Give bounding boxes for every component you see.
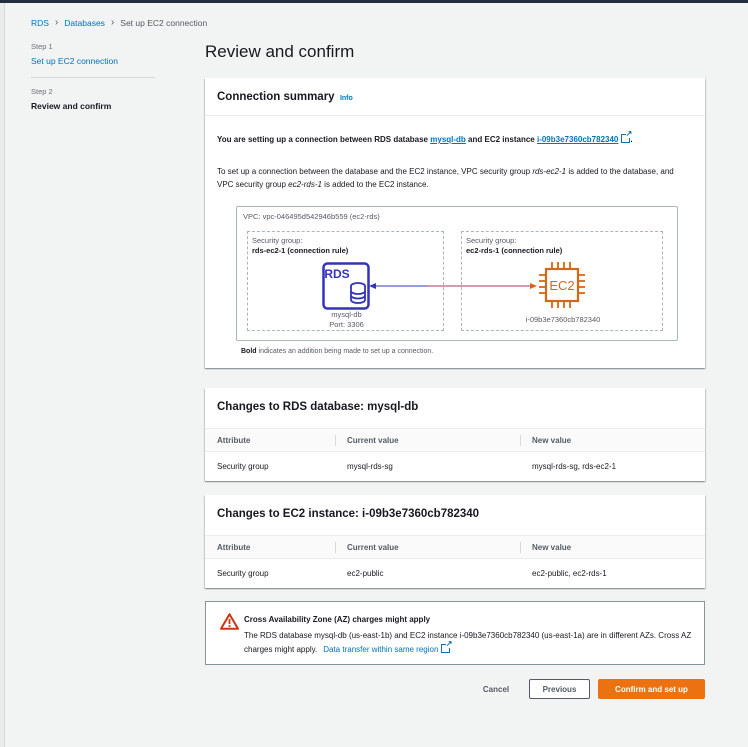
- info-link[interactable]: Info: [340, 95, 353, 102]
- side-nav-collapsed[interactable]: [0, 3, 5, 747]
- rds-changes-table: Attribute Current value New value Securi…: [205, 428, 705, 480]
- connection-summary-card: Connection summary Info You are setting …: [205, 78, 705, 368]
- connection-summary-title: Connection summary: [217, 91, 335, 103]
- column-divider: [520, 435, 521, 446]
- statement-middle: and EC2 instance: [468, 135, 535, 144]
- desc-part-3: is added to the EC2 instance.: [321, 180, 429, 189]
- column-divider: [520, 542, 521, 553]
- db-link[interactable]: mysql-db: [430, 135, 466, 144]
- table-cell: mysql-rds-sg: [347, 462, 393, 471]
- table-header: Attribute Current value New value: [205, 428, 705, 452]
- table-header: Attribute Current value New value: [205, 535, 705, 559]
- step-divider: [31, 77, 155, 78]
- external-link-icon[interactable]: [441, 640, 453, 653]
- step-1-label: Step 1: [31, 42, 53, 51]
- chevron-right-icon: ›: [110, 17, 115, 28]
- table-cell: Security group: [217, 569, 269, 578]
- instance-link[interactable]: i-09b3e7360cb782340: [537, 135, 618, 144]
- ec2-changes-title: Changes to EC2 instance: i-09b3e7360cb78…: [217, 508, 480, 520]
- column-divider: [335, 542, 336, 553]
- external-link-icon[interactable]: [621, 130, 633, 143]
- warning-icon: [220, 613, 239, 630]
- cancel-button[interactable]: Cancel: [470, 679, 522, 699]
- page-title: Review and confirm: [205, 42, 355, 61]
- warning-title: Cross Availability Zone (AZ) charges mig…: [244, 615, 431, 624]
- top-bar: [0, 0, 748, 3]
- table-cell: ec2-public: [347, 569, 384, 578]
- card-header: Changes to RDS database: mysql-db: [205, 388, 705, 413]
- table-cell: mysql-rds-sg, rds-ec2-1: [532, 462, 617, 471]
- column-header: New value: [532, 543, 572, 552]
- table-row: Security group ec2-public ec2-public, ec…: [205, 559, 705, 587]
- ec2-changes-card: Changes to EC2 instance: i-09b3e7360cb78…: [205, 495, 705, 588]
- connection-description: To set up a connection between the datab…: [217, 165, 687, 191]
- warning-text: The RDS database mysql-db (us-east-1b) a…: [244, 631, 692, 654]
- column-header: Attribute: [217, 436, 251, 445]
- statement-prefix: You are setting up a connection between …: [217, 135, 429, 144]
- table-cell: ec2-public, ec2-rds-1: [532, 569, 607, 578]
- connection-arrow: [369, 283, 537, 289]
- connection-statement: You are setting up a connection between …: [217, 130, 633, 144]
- connection-diagram: VPC: vpc-046495d542946b559 (ec2-rds) Sec…: [236, 206, 678, 341]
- step-2-label: Step 2: [31, 87, 53, 96]
- divider: [205, 115, 705, 116]
- desc-sg2: ec2-rds-1: [288, 180, 322, 189]
- column-header: New value: [532, 436, 572, 445]
- confirm-setup-button[interactable]: Confirm and set up: [598, 679, 705, 699]
- table-cell: Security group: [217, 462, 269, 471]
- desc-part-1: To set up a connection between the datab…: [217, 167, 533, 176]
- warning-body: The RDS database mysql-db (us-east-1b) a…: [244, 629, 694, 657]
- step-2-current: Review and confirm: [31, 101, 112, 111]
- desc-sg1: rds-ec2-1: [532, 167, 567, 176]
- wizard-steps: Step 1 Set up EC2 connection Step 2 Revi…: [31, 42, 156, 111]
- ec2-changes-table: Attribute Current value New value Securi…: [205, 535, 705, 587]
- breadcrumb-rds[interactable]: RDS: [31, 18, 49, 28]
- legend-bold: Bold: [241, 348, 257, 355]
- breadcrumb: RDS › Databases › Set up EC2 connection: [31, 17, 207, 28]
- card-header: Changes to EC2 instance: i-09b3e7360cb78…: [205, 495, 705, 520]
- breadcrumb-current: Set up EC2 connection: [120, 17, 208, 28]
- column-divider: [335, 435, 336, 446]
- legend-text: indicates an addition being made to set …: [256, 348, 434, 355]
- column-header: Attribute: [217, 543, 251, 552]
- rds-changes-card: Changes to RDS database: mysql-db Attrib…: [205, 388, 705, 481]
- column-header: Current value: [347, 543, 399, 552]
- chevron-right-icon: ›: [54, 17, 59, 28]
- data-transfer-link[interactable]: Data transfer within same region: [323, 645, 438, 654]
- cross-az-warning: Cross Availability Zone (AZ) charges mig…: [205, 601, 705, 665]
- diagram-legend: Bold indicates an addition being made to…: [241, 348, 433, 355]
- table-row: Security group mysql-rds-sg mysql-rds-sg…: [205, 452, 705, 480]
- step-1-link[interactable]: Set up EC2 connection: [31, 56, 156, 66]
- breadcrumb-databases[interactable]: Databases: [64, 18, 105, 28]
- previous-button[interactable]: Previous: [529, 679, 590, 699]
- card-header: Connection summary Info: [205, 78, 705, 103]
- column-header: Current value: [347, 436, 399, 445]
- rds-changes-title: Changes to RDS database: mysql-db: [217, 401, 419, 413]
